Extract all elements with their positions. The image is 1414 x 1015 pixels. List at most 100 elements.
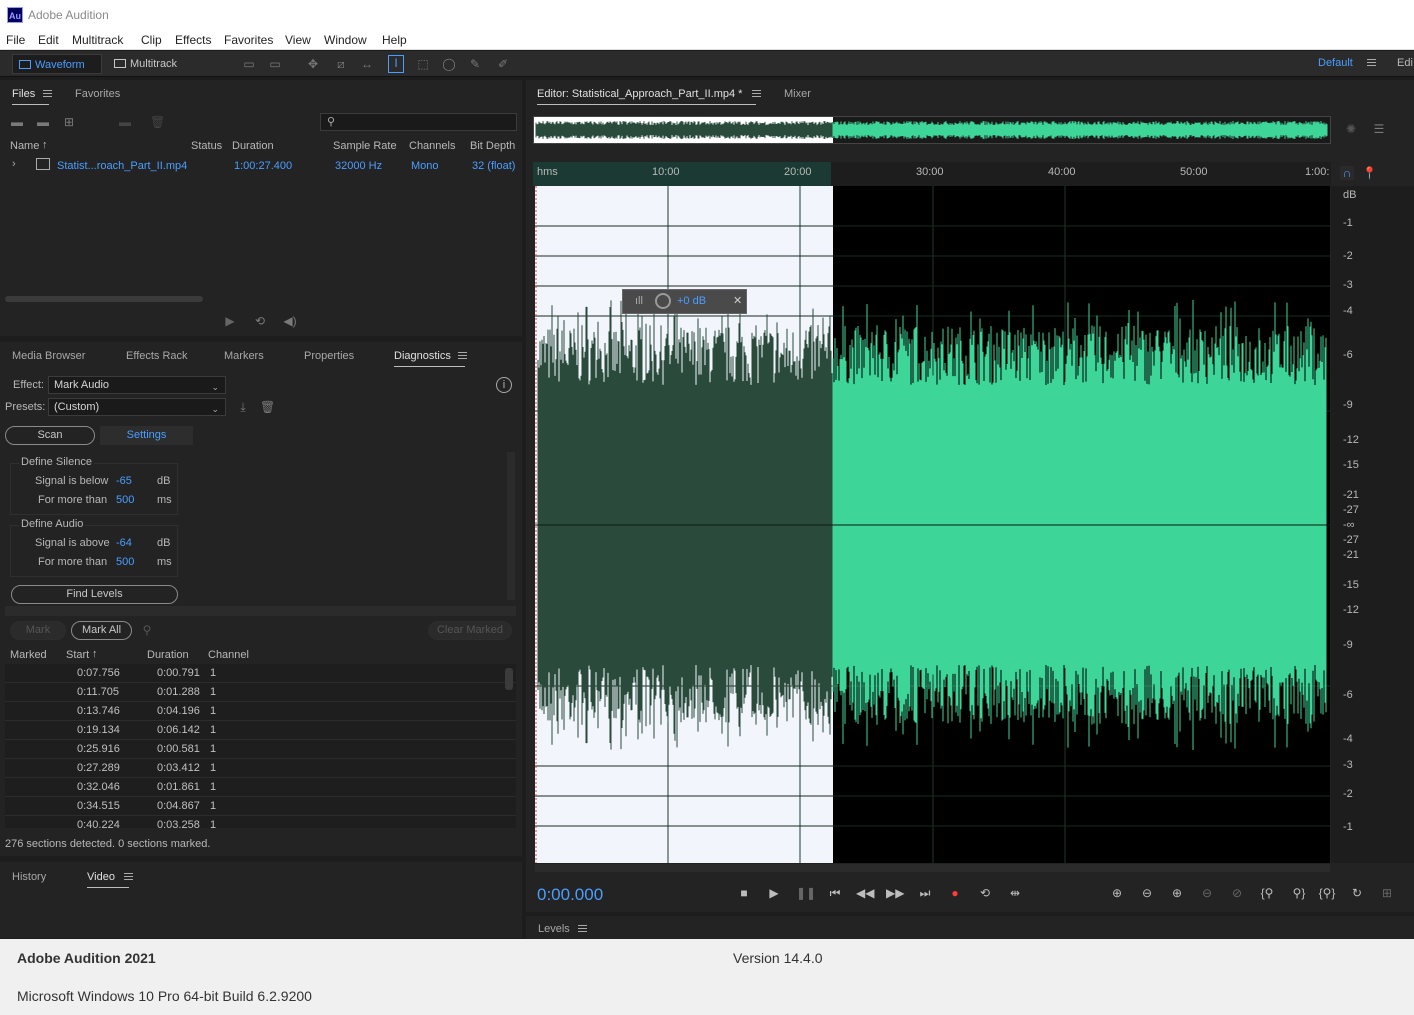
editor-horizontal-scrollbar[interactable]: [535, 864, 1330, 872]
zoom-out-amplitude-icon[interactable]: ⊖: [1138, 884, 1156, 902]
table-row[interactable]: 0:11.705 0:01.288 1: [5, 683, 516, 702]
menu-view[interactable]: View: [285, 33, 311, 47]
effect-select[interactable]: Mark Audio ⌄: [48, 376, 226, 394]
tab-markers[interactable]: Markers: [224, 350, 264, 362]
table-scrollbar-thumb[interactable]: [505, 668, 513, 690]
skip-to-end-icon[interactable]: ⏭: [916, 884, 934, 902]
file-name[interactable]: Statist...roach_Part_II.mp4: [57, 160, 187, 172]
loop-playback-icon[interactable]: ⟲: [976, 884, 994, 902]
spot-healing-icon[interactable]: ✐: [496, 57, 510, 71]
menu-favorites[interactable]: Favorites: [224, 33, 273, 47]
menu-effects[interactable]: Effects: [175, 33, 211, 47]
col-start[interactable]: Start: [66, 649, 89, 661]
spectral-frequency-icon[interactable]: ▭: [242, 57, 256, 71]
headphone-icon[interactable]: ∩: [1340, 166, 1354, 180]
video-panel-menu-icon[interactable]: [124, 873, 133, 880]
lasso-tool-icon[interactable]: ◯: [442, 57, 456, 71]
col-channels[interactable]: Channels: [409, 140, 455, 152]
info-icon[interactable]: i: [496, 377, 512, 393]
hud-pin-icon[interactable]: ✕: [733, 294, 742, 307]
audio-db-value[interactable]: -64: [116, 537, 132, 549]
menu-multitrack[interactable]: Multitrack: [72, 33, 123, 47]
mark-all-button[interactable]: Mark All: [71, 621, 132, 640]
tab-history[interactable]: History: [12, 871, 46, 883]
skip-to-start-icon[interactable]: ⏮: [826, 884, 844, 902]
expand-chevron-icon[interactable]: ›: [12, 158, 16, 170]
play-icon[interactable]: ▶: [765, 884, 783, 902]
col-sample-rate[interactable]: Sample Rate: [333, 140, 397, 152]
table-row[interactable]: 0:27.289 0:03.412 1: [5, 759, 516, 778]
col-channel[interactable]: Channel: [208, 649, 249, 661]
waveform-display[interactable]: [535, 186, 1330, 863]
table-row[interactable]: 0:19.134 0:06.142 1: [5, 721, 516, 740]
tab-properties[interactable]: Properties: [304, 350, 354, 362]
slip-tool-icon[interactable]: ↔: [360, 57, 374, 71]
hud-grip-icon[interactable]: ıll: [635, 295, 643, 307]
menu-clip[interactable]: Clip: [141, 33, 162, 47]
table-row[interactable]: 0:13.746 0:04.196 1: [5, 702, 516, 721]
loop-preview-icon[interactable]: ⟲: [253, 314, 267, 328]
current-time-display[interactable]: 0:00.000: [537, 885, 603, 905]
zoom-in-right-icon[interactable]: ⚲}: [1290, 884, 1308, 902]
zoom-in-time-icon[interactable]: ⊕: [1168, 884, 1186, 902]
volume-hud[interactable]: ıll +0 dB ✕: [622, 289, 747, 314]
skip-selection-icon[interactable]: ⇹: [1006, 884, 1024, 902]
diagnostics-menu-icon[interactable]: [458, 352, 467, 359]
multitrack-view-button[interactable]: Multitrack: [108, 54, 194, 74]
table-row[interactable]: 0:32.046 0:01.861 1: [5, 778, 516, 797]
silence-db-value[interactable]: -65: [116, 475, 132, 487]
menu-help[interactable]: Help: [382, 33, 407, 47]
levels-menu-icon[interactable]: [578, 925, 587, 932]
silence-ms-value[interactable]: 500: [116, 494, 134, 506]
tab-favorites[interactable]: Favorites: [75, 88, 120, 100]
hud-volume-value[interactable]: +0 dB: [677, 295, 706, 307]
stop-icon[interactable]: ■: [735, 884, 753, 902]
scan-button[interactable]: Scan: [5, 426, 95, 445]
zoom-in-amplitude-icon[interactable]: ⊕: [1108, 884, 1126, 902]
col-bit-depth[interactable]: Bit Depth: [470, 140, 515, 152]
tab-files[interactable]: Files: [12, 88, 50, 105]
col-status[interactable]: Status: [191, 140, 222, 152]
waveform-view-button[interactable]: Waveform: [12, 54, 102, 74]
table-row[interactable]: 0:34.515 0:04.867 1: [5, 797, 516, 816]
brush-tool-icon[interactable]: ✎: [468, 57, 482, 71]
settings-resize-handle[interactable]: [5, 606, 516, 616]
import-file-icon[interactable]: ▬: [36, 115, 50, 129]
files-panel-menu-icon[interactable]: [43, 90, 52, 97]
zoom-selection-icon[interactable]: {⚲}: [1318, 884, 1336, 902]
menu-window[interactable]: Window: [324, 33, 367, 47]
save-preset-icon[interactable]: ⤓: [236, 400, 250, 414]
zoom-reset-icon[interactable]: ↻: [1348, 884, 1366, 902]
delete-preset-icon[interactable]: 🗑: [260, 400, 275, 414]
files-horizontal-scrollbar[interactable]: [5, 296, 203, 302]
col-diag-duration[interactable]: Duration: [147, 649, 189, 661]
workspace-menu-icon[interactable]: [1367, 59, 1376, 66]
rewind-icon[interactable]: ◀◀: [856, 884, 874, 902]
open-file-icon[interactable]: ▬: [10, 115, 24, 129]
time-selection-tool-icon[interactable]: I: [388, 55, 404, 73]
tab-levels[interactable]: Levels: [538, 923, 570, 935]
tab-diagnostics[interactable]: Diagnostics: [394, 350, 465, 367]
autoplay-speaker-icon[interactable]: ◀): [283, 314, 297, 328]
table-row[interactable]: 0:07.756 0:00.791 1: [5, 664, 516, 683]
menu-edit[interactable]: Edit: [38, 33, 59, 47]
col-name[interactable]: Name: [10, 140, 39, 152]
files-search-input[interactable]: ⚲: [320, 113, 517, 131]
find-levels-button[interactable]: Find Levels: [11, 585, 178, 604]
tab-editor[interactable]: Editor: Statistical_Approach_Part_II.mp4…: [537, 88, 757, 105]
col-duration[interactable]: Duration: [232, 140, 274, 152]
move-tool-icon[interactable]: ✥: [306, 57, 320, 71]
zoom-in-left-icon[interactable]: {⚲: [1258, 884, 1276, 902]
table-row[interactable]: 0:40.224 0:03.258 1: [5, 816, 516, 828]
play-preview-icon[interactable]: ▶: [223, 314, 237, 328]
audio-ms-value[interactable]: 500: [116, 556, 134, 568]
fast-forward-icon[interactable]: ▶▶: [886, 884, 904, 902]
pin-icon[interactable]: 📍: [1362, 166, 1377, 180]
overview-navigator[interactable]: [533, 116, 1331, 144]
diagnostics-results-table[interactable]: 0:07.756 0:00.791 1 0:11.705 0:01.288 1 0:13…: [5, 664, 516, 828]
tab-mixer[interactable]: Mixer: [784, 88, 811, 100]
settings-button[interactable]: Settings: [100, 426, 193, 445]
channels-view-icon[interactable]: ☰: [1372, 122, 1386, 136]
editor-menu-icon[interactable]: [752, 90, 761, 97]
workspace-edit[interactable]: Edi: [1397, 57, 1413, 69]
